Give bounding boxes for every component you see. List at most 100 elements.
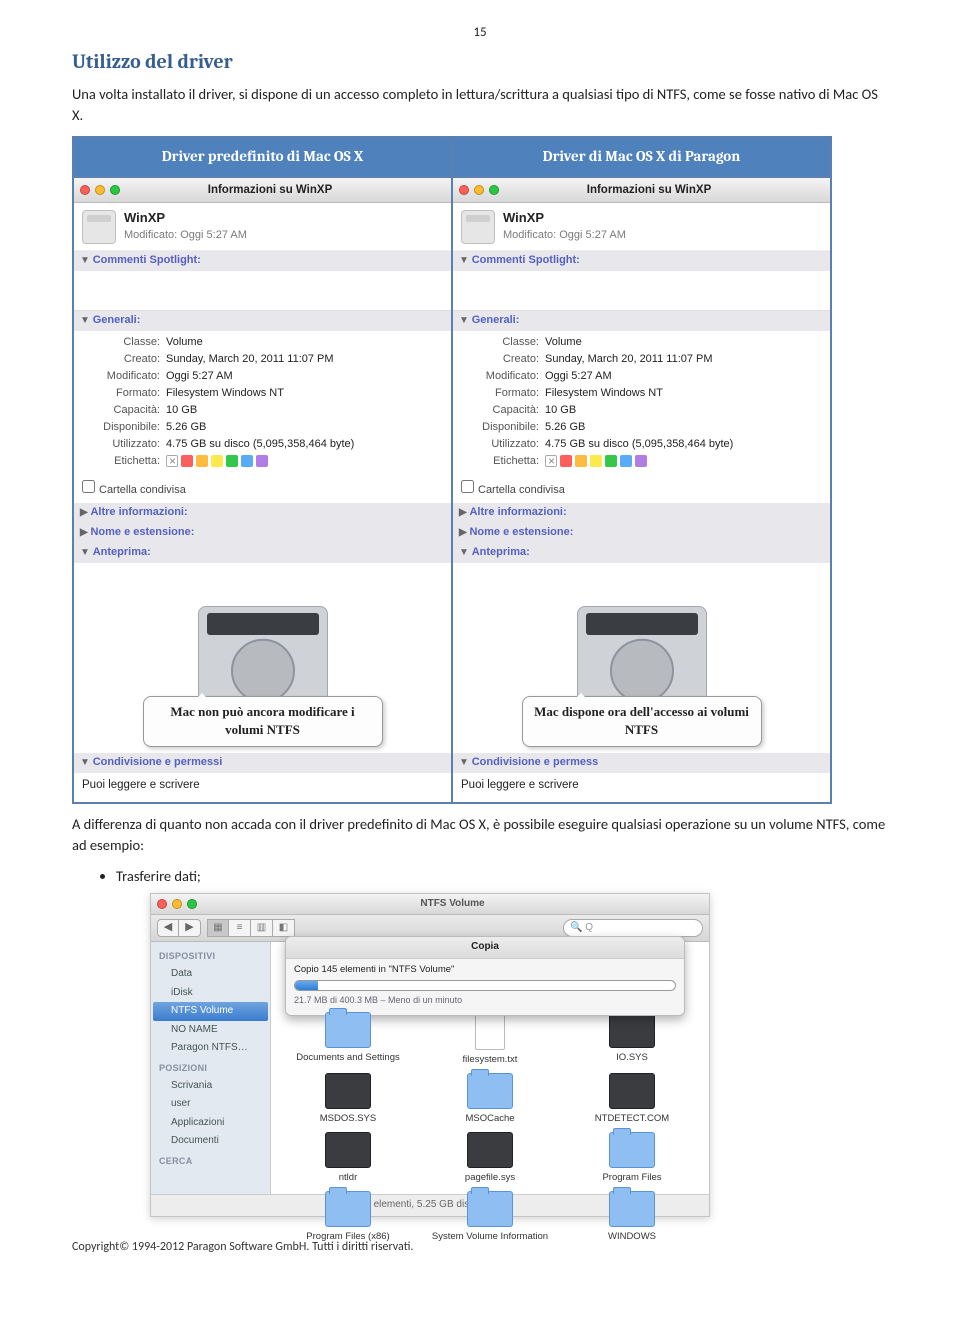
- label-red-icon[interactable]: [181, 455, 193, 467]
- file-item[interactable]: pagefile.sys: [423, 1132, 557, 1185]
- shared-folder-row[interactable]: Cartella condivisa: [74, 476, 451, 503]
- label-modificato: Modificato:: [82, 369, 160, 385]
- folder-icon: [467, 1191, 513, 1227]
- general-info: Classe:Volume Creato:Sunday, March 20, 2…: [453, 331, 830, 477]
- sidebar-item[interactable]: Documenti: [153, 1132, 268, 1151]
- list-view-button[interactable]: ≡: [229, 919, 251, 937]
- more-info-header[interactable]: Altre informazioni:: [74, 503, 451, 523]
- drive-name: WinXP: [124, 209, 247, 228]
- permissions-header[interactable]: Condivisione e permessi: [74, 753, 451, 773]
- drive-summary: WinXP Modificato: Oggi 5:27 AM: [74, 203, 451, 251]
- shared-folder-row[interactable]: Cartella condivisa: [453, 476, 830, 503]
- sidebar-item[interactable]: user: [153, 1095, 268, 1114]
- label-capacita: Capacità:: [82, 403, 160, 419]
- spotlight-header[interactable]: Commenti Spotlight:: [74, 251, 451, 271]
- label-purple-icon[interactable]: [256, 455, 268, 467]
- search-icon: 🔍: [570, 921, 582, 936]
- spotlight-header[interactable]: Commenti Spotlight:: [453, 251, 830, 271]
- exec-icon: [325, 1132, 371, 1168]
- label-green-icon[interactable]: [605, 455, 617, 467]
- folder-icon: [609, 1191, 655, 1227]
- file-item[interactable]: filesystem.txt: [423, 1012, 557, 1067]
- name-ext-header[interactable]: Nome e estensione:: [453, 523, 830, 543]
- traffic-lights-icon: [459, 185, 499, 195]
- nav-buttons[interactable]: ◀▶: [157, 919, 201, 937]
- file-item[interactable]: System Volume Information: [423, 1191, 557, 1244]
- file-item[interactable]: WINDOWS: [565, 1191, 699, 1244]
- copy-progress-bar: [294, 980, 676, 991]
- shared-checkbox[interactable]: [461, 480, 474, 493]
- copy-dialog-status: 21.7 MB di 400.3 MB – Meno di un minuto: [294, 994, 676, 1007]
- preview-header[interactable]: Anteprima:: [453, 543, 830, 563]
- callout-bubble-left: Mac non può ancora modificare i volumi N…: [143, 696, 383, 748]
- icon-view-button[interactable]: ▦: [207, 919, 229, 937]
- label-none-icon[interactable]: [166, 455, 178, 467]
- sidebar-item-selected[interactable]: NTFS Volume: [153, 1002, 268, 1021]
- forward-button[interactable]: ▶: [179, 919, 201, 937]
- label-blue-icon[interactable]: [241, 455, 253, 467]
- traffic-lights-icon: [157, 899, 197, 909]
- sidebar-item[interactable]: iDisk: [153, 984, 268, 1003]
- window-title: Informazioni su WinXP: [504, 182, 794, 199]
- info-window-right: Informazioni su WinXP WinXP Modificato: …: [453, 178, 830, 802]
- label-red-icon[interactable]: [560, 455, 572, 467]
- search-input[interactable]: 🔍 Q: [563, 919, 703, 937]
- file-item[interactable]: ntldr: [281, 1132, 415, 1185]
- label-none-icon[interactable]: [545, 455, 557, 467]
- preview-header[interactable]: Anteprima:: [74, 543, 451, 563]
- name-ext-header[interactable]: Nome e estensione:: [74, 523, 451, 543]
- exec-icon: [467, 1132, 513, 1168]
- label-etichetta: Etichetta:: [82, 454, 160, 470]
- value-creato: Sunday, March 20, 2011 11:07 PM: [166, 352, 443, 368]
- sidebar-item[interactable]: Applicazioni: [153, 1114, 268, 1133]
- window-title: Informazioni su WinXP: [125, 182, 415, 199]
- generals-header[interactable]: Generali:: [453, 311, 830, 331]
- spotlight-box[interactable]: [74, 271, 451, 311]
- label-swatches[interactable]: [166, 454, 443, 470]
- label-purple-icon[interactable]: [635, 455, 647, 467]
- sidebar-item[interactable]: Scrivania: [153, 1077, 268, 1096]
- file-item[interactable]: MSDOS.SYS: [281, 1073, 415, 1126]
- file-item[interactable]: Documents and Settings: [281, 1012, 415, 1067]
- permissions-text: Puoi leggere e scrivere: [453, 773, 830, 802]
- file-item[interactable]: IO.SYS: [565, 1012, 699, 1067]
- traffic-lights-icon: [80, 185, 120, 195]
- label-yellow-icon[interactable]: [211, 455, 223, 467]
- label-green-icon[interactable]: [226, 455, 238, 467]
- spotlight-box[interactable]: [453, 271, 830, 311]
- file-item[interactable]: Program Files (x86): [281, 1191, 415, 1244]
- col-header-paragon-driver: Driver di Mac OS X di Paragon: [452, 137, 831, 177]
- view-mode-buttons[interactable]: ▦ ≡ ▥ ◧: [207, 919, 295, 937]
- permissions-header[interactable]: Condivisione e permess: [453, 753, 830, 773]
- exec-icon: [609, 1073, 655, 1109]
- label-orange-icon[interactable]: [196, 455, 208, 467]
- generals-header[interactable]: Generali:: [74, 311, 451, 331]
- value-formato: Filesystem Windows NT: [166, 386, 443, 402]
- label-yellow-icon[interactable]: [590, 455, 602, 467]
- label-blue-icon[interactable]: [620, 455, 632, 467]
- info-window-left: Informazioni su WinXP WinXP Modificato: …: [74, 178, 451, 802]
- file-item[interactable]: NTDETECT.COM: [565, 1073, 699, 1126]
- file-item[interactable]: MSOCache: [423, 1073, 557, 1126]
- back-button[interactable]: ◀: [157, 919, 179, 937]
- comparison-table: Driver predefinito di Mac OS X Driver di…: [72, 136, 832, 804]
- sidebar-header-search: CERCA: [153, 1151, 268, 1170]
- permissions-text: Puoi leggere e scrivere: [74, 773, 451, 802]
- sidebar-item[interactable]: Paragon NTFS…: [153, 1039, 268, 1058]
- sidebar-item[interactable]: Data: [153, 965, 268, 984]
- shared-checkbox[interactable]: [82, 480, 95, 493]
- label-orange-icon[interactable]: [575, 455, 587, 467]
- cell-paragon-driver: Informazioni su WinXP WinXP Modificato: …: [452, 177, 831, 803]
- sidebar-item[interactable]: NO NAME: [153, 1021, 268, 1040]
- value-capacita: 10 GB: [166, 403, 443, 419]
- label-utilizzato: Utilizzato:: [82, 437, 160, 453]
- window-titlebar: Informazioni su WinXP: [453, 178, 830, 204]
- column-view-button[interactable]: ▥: [251, 919, 273, 937]
- drive-name: WinXP: [503, 209, 626, 228]
- coverflow-view-button[interactable]: ◧: [273, 919, 295, 937]
- label-swatches[interactable]: [545, 454, 822, 470]
- finder-file-area[interactable]: Copia Copio 145 elementi in "NTFS Volume…: [271, 942, 709, 1194]
- file-item[interactable]: Program Files: [565, 1132, 699, 1185]
- drive-modified: Modificato: Oggi 5:27 AM: [124, 228, 247, 244]
- more-info-header[interactable]: Altre informazioni:: [453, 503, 830, 523]
